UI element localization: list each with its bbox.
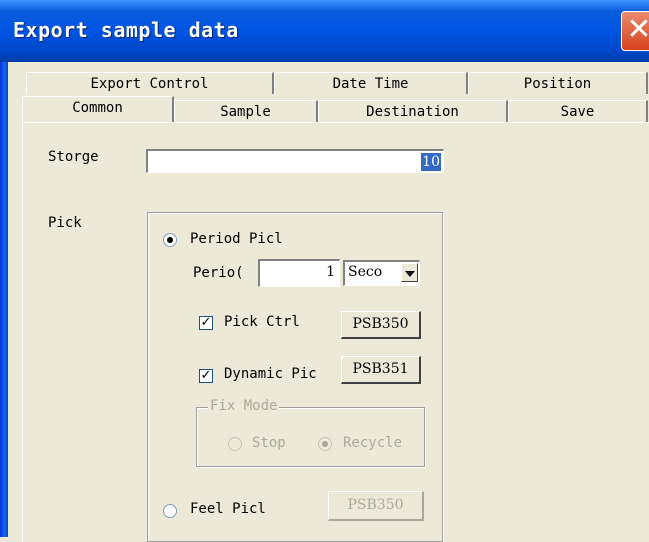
tab-label: Common [72,100,123,116]
tab-common[interactable]: Common [22,96,174,122]
tab-label: Export Control [90,76,209,92]
chevron-down-icon[interactable] [401,263,418,282]
tab-date-time[interactable]: Date Time [274,72,468,94]
period-input[interactable]: 1 [258,259,340,287]
tab-label: Destination [366,104,459,120]
storage-label: Storge [48,149,99,165]
button-label: PSB350 [352,316,409,332]
window-frame [0,62,8,537]
tab-save[interactable]: Save [508,100,648,122]
fix-mode-label: Fix Mode [208,398,280,414]
pick-ctrl-checkbox[interactable]: ✓ [199,316,213,330]
storage-input[interactable]: 10 [146,149,444,173]
fix-mode-stop-radio[interactable] [228,437,242,451]
tab-label: Position [523,76,592,92]
period-pick-radio[interactable] [163,233,177,247]
period-unit-value: Seco [348,264,383,280]
button-label: PSB351 [352,361,409,377]
tab-export-control[interactable]: Export Control [26,72,274,94]
fix-mode-recycle-radio[interactable] [318,437,332,451]
pick-ctrl-button[interactable]: PSB350 [341,311,421,339]
feel-pick-radio[interactable] [163,504,177,518]
period-unit-select[interactable]: Seco [343,260,420,286]
close-icon: ✕ [626,12,649,47]
dynamic-pick-label: Dynamic Pic [224,366,317,382]
fix-mode-recycle-label: Recycle [343,435,403,451]
storage-value: 10 [421,153,441,171]
tab-label: Save [560,104,595,120]
period-label: Perio( [193,265,244,281]
feel-pick-label: Feel Picl [190,501,266,517]
close-button[interactable]: ✕ [621,11,649,51]
dynamic-pick-button[interactable]: PSB351 [341,356,421,384]
period-pick-label: Period Picl [190,231,283,247]
dynamic-pick-checkbox[interactable]: ✓ [199,369,213,383]
feel-pick-button[interactable]: PSB350 [328,491,424,521]
button-label: PSB350 [347,497,404,513]
tab-destination[interactable]: Destination [318,100,508,122]
tab-label: Sample [220,104,271,120]
window-title: Export sample data [13,18,239,42]
fix-mode-stop-label: Stop [252,435,286,451]
pick-label: Pick [48,215,82,231]
tab-label: Date Time [332,76,409,92]
tab-sample[interactable]: Sample [174,100,318,122]
pick-ctrl-label: Pick Ctrl [224,314,300,330]
period-value: 1 [326,264,335,280]
tab-position[interactable]: Position [468,72,648,94]
